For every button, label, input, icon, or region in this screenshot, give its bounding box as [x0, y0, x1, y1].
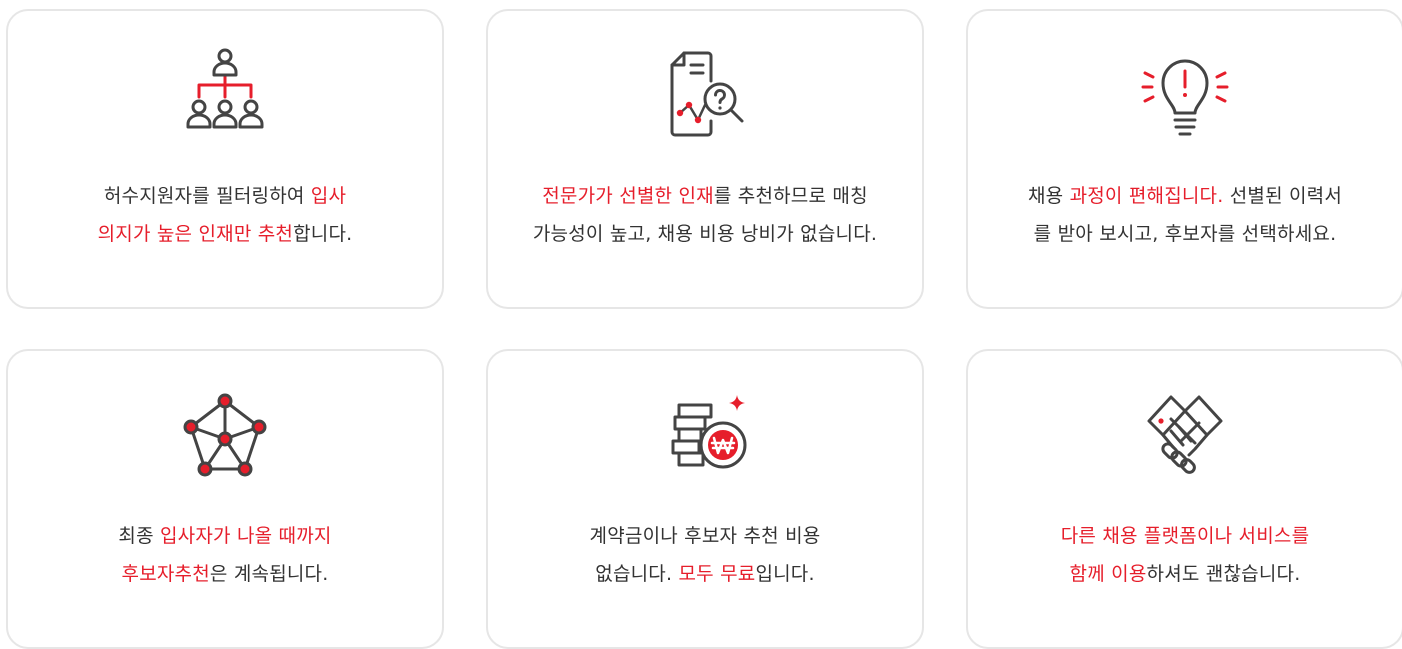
text-segment: 은 계속됩니다.	[209, 563, 329, 585]
network-icon	[173, 383, 277, 487]
lightbulb-icon	[1133, 43, 1237, 147]
highlight-text: 모두 무료	[678, 563, 756, 585]
text-segment: 를 추천하므로 매칭	[713, 185, 868, 207]
text-segment: 최종	[118, 525, 160, 547]
highlight-text: 다른 채용 플랫폼이나 서비스를	[1060, 525, 1310, 547]
feature-description: 전문가가 선별한 인재를 추천하므로 매칭 가능성이 높고, 채용 비용 낭비가…	[488, 177, 922, 253]
feature-card-compatible: 다른 채용 플랫폼이나 서비스를 함께 이용하셔도 괜찮습니다.	[966, 349, 1402, 649]
highlight-text: 과정이 편해집니다.	[1069, 185, 1224, 207]
org-chart-icon	[173, 43, 277, 147]
text-segment: 계약금이나 후보자 추천 비용	[589, 525, 821, 547]
feature-card-continuous: 최종 입사자가 나올 때까지 후보자추천은 계속됩니다.	[6, 349, 444, 649]
text-segment: 입니다.	[755, 563, 815, 585]
feature-card-expert: 전문가가 선별한 인재를 추천하므로 매칭 가능성이 높고, 채용 비용 낭비가…	[486, 9, 924, 309]
text-segment: 하셔도 괜찮습니다.	[1146, 563, 1301, 585]
text-segment: 선별된 이력서	[1223, 185, 1343, 207]
document-analysis-icon	[653, 43, 757, 147]
text-segment: 허수지원자를 필터링하여	[103, 185, 311, 207]
feature-description: 다른 채용 플랫폼이나 서비스를 함께 이용하셔도 괜찮습니다.	[968, 517, 1402, 593]
feature-description: 채용 과정이 편해집니다. 선별된 이력서 를 받아 보시고, 후보자를 선택하…	[968, 177, 1402, 253]
highlight-text: 함께 이용	[1069, 563, 1147, 585]
coins-won-icon	[653, 383, 757, 487]
highlight-text: 의지가 높은 인재만 추천	[97, 223, 294, 245]
highlight-text: 입사자가 나올 때까지	[160, 525, 332, 547]
text-segment: 합니다.	[293, 223, 353, 245]
highlight-text: 후보자추천	[121, 563, 210, 585]
text-segment: 없습니다.	[595, 563, 679, 585]
feature-description: 최종 입사자가 나올 때까지 후보자추천은 계속됩니다.	[8, 517, 442, 593]
feature-card-free: 계약금이나 후보자 추천 비용 없습니다. 모두 무료입니다.	[486, 349, 924, 649]
feature-description: 허수지원자를 필터링하여 입사 의지가 높은 인재만 추천합니다.	[8, 177, 442, 253]
highlight-text: 전문가가 선별한 인재	[542, 185, 714, 207]
handshake-icon	[1133, 383, 1237, 487]
text-segment: 가능성이 높고, 채용 비용 낭비가 없습니다.	[532, 223, 878, 245]
feature-description: 계약금이나 후보자 추천 비용 없습니다. 모두 무료입니다.	[488, 517, 922, 593]
highlight-text: 입사	[310, 185, 347, 207]
text-segment: 채용	[1027, 185, 1070, 207]
text-segment: 를 받아 보시고, 후보자를 선택하세요.	[1033, 223, 1337, 245]
feature-card-process: 채용 과정이 편해집니다. 선별된 이력서 를 받아 보시고, 후보자를 선택하…	[966, 9, 1402, 309]
feature-card-filter: 허수지원자를 필터링하여 입사 의지가 높은 인재만 추천합니다.	[6, 9, 444, 309]
